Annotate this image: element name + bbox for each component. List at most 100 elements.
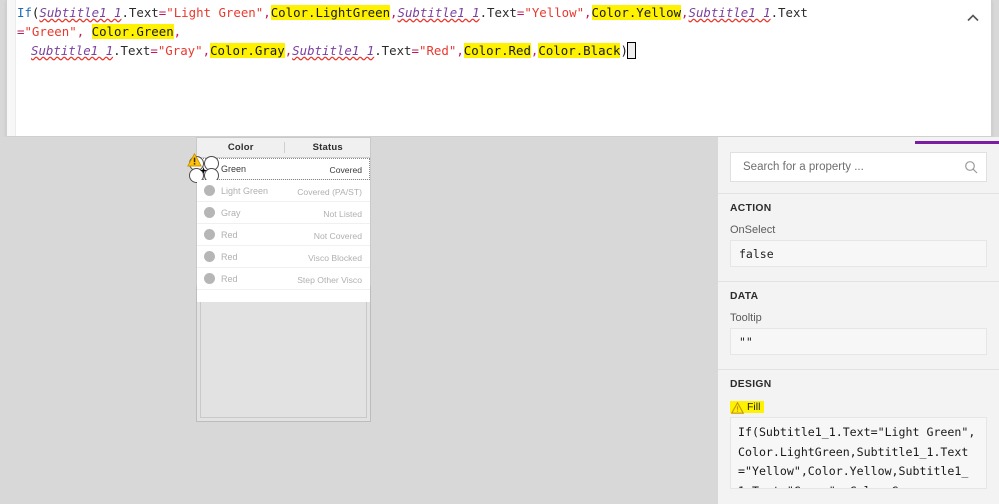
gallery-row[interactable]: Red Not Covered bbox=[197, 224, 370, 246]
section-title-design: DESIGN bbox=[730, 379, 772, 390]
formula-line-1: If(Subtitle1 1.Text="Light Green",Color.… bbox=[17, 3, 953, 41]
gallery-status-label: Visco Blocked bbox=[308, 252, 362, 263]
properties-panel[interactable]: ACTION OnSelect false DATA Tooltip "" DESIGN Fi… bbox=[718, 137, 999, 504]
property-label-row: Fill bbox=[718, 390, 999, 417]
app-root: If(Subtitle1 1.Text="Light Green",Color.… bbox=[0, 0, 999, 504]
gallery-cell-status: Visco Blocked bbox=[285, 248, 370, 266]
property-search[interactable] bbox=[730, 152, 987, 182]
gallery-color-label: Red bbox=[221, 273, 238, 284]
formula-token bbox=[626, 42, 637, 59]
formula-token: Color.Black bbox=[538, 43, 621, 58]
formula-token: Subtitle1 1 bbox=[292, 43, 375, 58]
formula-token: If bbox=[17, 5, 32, 20]
gallery-header-row: Color Status bbox=[197, 138, 370, 158]
empty-container[interactable] bbox=[200, 290, 367, 418]
section-title-data: DATA bbox=[730, 291, 759, 302]
gallery-rows: Green Covered Light Green Covered (PA/ST) Gr… bbox=[187, 152, 370, 290]
gallery-bottom-strip bbox=[197, 290, 370, 302]
formula-bar[interactable]: If(Subtitle1 1.Text="Light Green",Color.… bbox=[6, 0, 992, 137]
formula-token: , bbox=[263, 5, 271, 20]
formula-token: Subtitle1 1 bbox=[31, 43, 114, 58]
gallery-cell-color: Green bbox=[197, 163, 285, 174]
gallery-status-label: Covered (PA/ST) bbox=[297, 186, 362, 197]
gallery-status-label: Covered bbox=[329, 164, 362, 175]
formula-token: , bbox=[584, 5, 592, 20]
gallery-cell-color: Red bbox=[197, 251, 285, 262]
formula-token: , bbox=[456, 43, 464, 58]
formula-line-2: Subtitle1 1.Text="Gray",Color.Gray,Subti… bbox=[17, 41, 953, 60]
gallery-row[interactable]: Light Green Covered (PA/ST) bbox=[197, 180, 370, 202]
search-input[interactable] bbox=[741, 160, 964, 174]
color-dot-icon bbox=[204, 229, 215, 240]
app-canvas[interactable]: Color Status Green Covered Light Green Cove… bbox=[0, 137, 718, 504]
gallery-color-label: Red bbox=[221, 229, 238, 240]
gallery-color-label: Gray bbox=[221, 207, 241, 218]
gallery-cell-color: Red bbox=[197, 273, 285, 284]
formula-bar-text[interactable]: If(Subtitle1 1.Text="Light Green",Color.… bbox=[17, 3, 953, 60]
formula-token: Color.Red bbox=[463, 43, 531, 58]
formula-token: "Yellow" bbox=[524, 5, 585, 20]
property-label-highlight: Fill bbox=[730, 401, 765, 414]
formula-token: , bbox=[681, 5, 689, 20]
formula-token: .Text bbox=[113, 43, 151, 58]
gallery-cell-status: Covered (PA/ST) bbox=[285, 182, 370, 200]
panel-tabstrip bbox=[718, 137, 999, 146]
formula-token: Color.Yellow bbox=[591, 5, 682, 20]
property-label: OnSelect bbox=[730, 224, 776, 236]
property-label: Fill bbox=[747, 401, 761, 413]
color-dot-icon bbox=[204, 251, 215, 262]
gallery-cell-color: Gray bbox=[197, 207, 285, 218]
formula-token: .Text bbox=[770, 5, 808, 20]
property-value-fill[interactable]: If(Subtitle1_1.Text="Light Green",Color.… bbox=[730, 417, 987, 489]
formula-token: "Green" bbox=[24, 24, 77, 39]
gallery-cell-color: Light Green bbox=[197, 185, 285, 196]
color-dot-icon bbox=[204, 185, 215, 196]
gallery-color-label: Red bbox=[221, 251, 238, 262]
formula-token: "Red" bbox=[419, 43, 457, 58]
formula-token: Subtitle1 1 bbox=[397, 5, 480, 20]
gallery-row[interactable]: Red Visco Blocked bbox=[197, 246, 370, 268]
formula-token: .Text bbox=[121, 5, 159, 20]
gallery-cell-status: Not Listed bbox=[285, 204, 370, 222]
property-value[interactable]: "" bbox=[730, 328, 987, 355]
gallery-row[interactable]: Red Step Other Visco bbox=[197, 268, 370, 290]
chevron-up-icon[interactable] bbox=[965, 11, 981, 27]
formula-token: Subtitle1 1 bbox=[39, 5, 122, 20]
gallery-cell-status: Not Covered bbox=[285, 226, 370, 244]
gallery-cell-status: Step Other Visco bbox=[285, 270, 370, 288]
formula-token: "Light Green" bbox=[166, 5, 264, 20]
formula-token: , bbox=[202, 43, 211, 58]
color-dot-icon bbox=[204, 207, 215, 218]
property-value[interactable]: false bbox=[730, 240, 987, 267]
gallery-row[interactable]: Gray Not Listed bbox=[197, 202, 370, 224]
formula-token: , bbox=[390, 5, 398, 20]
gallery-status-label: Step Other Visco bbox=[297, 274, 362, 285]
gallery-cell-color: Red bbox=[197, 229, 285, 240]
panel-sections: ACTION OnSelect false DATA Tooltip "" DESIGN Fi… bbox=[718, 194, 999, 489]
gallery-row[interactable]: Green Covered bbox=[187, 152, 370, 183]
warning-triangle-icon bbox=[730, 401, 745, 414]
active-tab-indicator bbox=[915, 141, 999, 144]
formula-token: = bbox=[150, 43, 158, 58]
property-label: Tooltip bbox=[730, 312, 762, 324]
section-title-action: ACTION bbox=[730, 203, 772, 214]
formula-token: .Text bbox=[374, 43, 412, 58]
gallery-color-label: Light Green bbox=[221, 185, 269, 196]
color-dot-icon bbox=[204, 273, 215, 284]
formula-token: ) bbox=[620, 43, 628, 58]
formula-token: Color.Gray bbox=[210, 43, 285, 58]
gallery-control[interactable]: Color Status Green Covered Light Green Cove… bbox=[187, 137, 371, 302]
formula-token: .Text bbox=[479, 5, 517, 20]
gallery-cell-status: Covered bbox=[285, 160, 370, 178]
formula-token: = bbox=[411, 43, 419, 58]
column-header-status: Status bbox=[312, 142, 343, 153]
gallery-status-label: Not Listed bbox=[323, 208, 362, 219]
formula-bar-gutter bbox=[7, 0, 16, 136]
gallery-status-label: Not Covered bbox=[313, 230, 362, 241]
formula-token: , bbox=[173, 24, 182, 39]
formula-token: Subtitle1 1 bbox=[688, 5, 771, 20]
gallery-color-label: Green bbox=[221, 163, 247, 174]
formula-token: "Gray" bbox=[157, 43, 203, 58]
column-header-color: Color bbox=[197, 142, 286, 153]
formula-token: Color.Green bbox=[91, 24, 174, 39]
